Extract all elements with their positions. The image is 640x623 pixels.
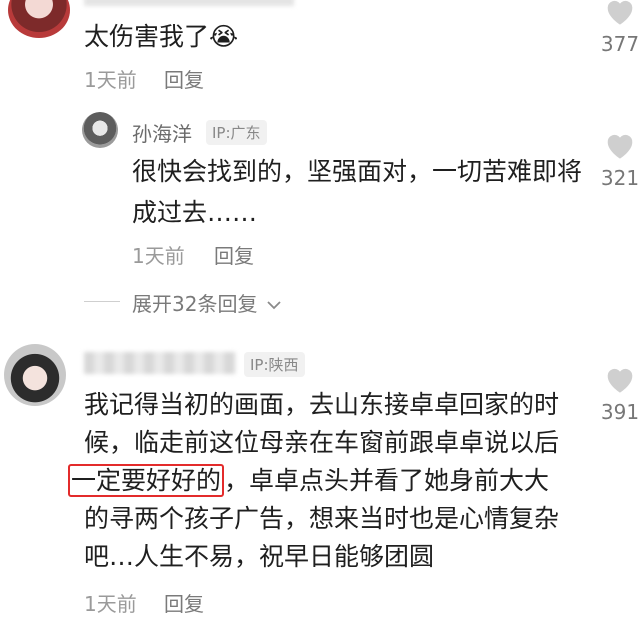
like-button[interactable]: 391 — [594, 364, 640, 424]
chevron-down-icon — [267, 301, 281, 310]
comment-text: 太伤害我了😭 — [84, 22, 239, 51]
highlighted-phrase: 一定要好好的 — [68, 464, 225, 497]
comment-text-line5: 吧…人生不易，祝早日能够团圆 — [84, 542, 435, 571]
expand-divider — [84, 301, 120, 302]
heart-icon — [607, 368, 633, 393]
commenter-avatar[interactable] — [8, 0, 70, 38]
comment-text-line4: 的寻两个孩子广告，想来当时也是心情复杂 — [84, 504, 560, 533]
reply-text-line2: 成过去…… — [132, 198, 258, 227]
comment-time: 1天前 — [84, 68, 137, 92]
expand-replies-label: 展开32条回复 — [132, 292, 258, 316]
commenter-avatar[interactable] — [4, 344, 66, 406]
comment-text-line2: 候，临走前这位母亲在车窗前跟卓卓说以后 — [84, 428, 560, 457]
reply-button[interactable]: 回复 — [164, 588, 204, 617]
like-button[interactable]: 321 — [594, 130, 640, 190]
like-count: 377 — [600, 32, 640, 56]
reply-button[interactable]: 回复 — [164, 64, 204, 93]
like-button[interactable]: 377 — [594, 0, 640, 56]
comment-text-line3-rest: ，卓卓点头并看了她身前大大 — [224, 466, 550, 495]
reply-button[interactable]: 回复 — [214, 240, 254, 269]
commenter-name-cut — [84, 0, 294, 6]
reply-time: 1天前 — [132, 244, 185, 268]
heart-icon — [607, 134, 633, 159]
ip-location-badge: IP:陕西 — [244, 352, 305, 377]
reply-avatar[interactable] — [82, 112, 118, 148]
comment-time: 1天前 — [84, 592, 137, 616]
reply-username[interactable]: 孙海洋 — [132, 118, 192, 147]
like-count: 391 — [600, 400, 640, 424]
commenter-name-blurred — [84, 352, 236, 374]
like-count: 321 — [600, 166, 640, 190]
comment-text-line1: 我记得当初的画面，去山东接卓卓回家的时 — [84, 390, 560, 419]
comment-text-line3: 一定要好好的 ，卓卓点头并看了她身前大大 — [68, 462, 549, 500]
ip-location-badge: IP:广东 — [206, 120, 267, 145]
heart-icon — [607, 0, 633, 25]
reply-text-line1: 很快会找到的，坚强面对，一切苦难即将 — [132, 157, 583, 186]
expand-replies-button[interactable]: 展开32条回复 — [132, 288, 282, 317]
